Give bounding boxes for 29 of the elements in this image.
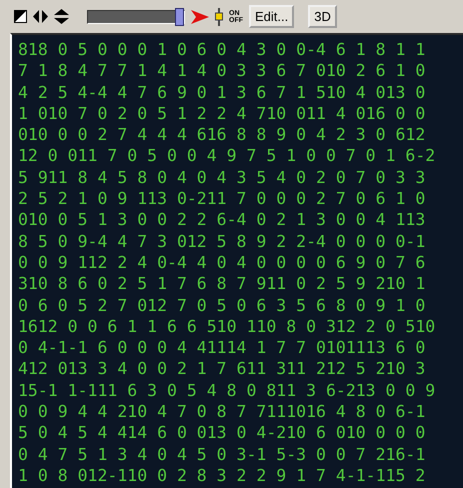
edit-button[interactable]: Edit... bbox=[249, 5, 294, 28]
number-row-text: 010 0 0 2 7 4 4 4 616 8 8 9 0 4 2 3 0 612 bbox=[18, 124, 426, 146]
number-row-text: 5 0 4 5 4 414 6 0 013 0 4-210 6 010 0 0 0 bbox=[18, 422, 426, 444]
number-row-text: 0 0 9 4 4 210 4 7 0 8 7 7111016 4 8 0 6-1 bbox=[18, 401, 426, 422]
number-row-text: 0 4-1-1 6 0 0 0 4 41114 1 7 7 0101113 6 0 bbox=[18, 337, 426, 358]
number-row-text: 010 0 5 1 3 0 0 2 2 6-4 0 2 1 3 0 0 4 113 bbox=[18, 209, 426, 231]
left-right-arrows-icon[interactable] bbox=[33, 10, 48, 23]
number-row-text: 0 6 0 5 2 7 012 7 0 5 0 6 3 5 6 8 0 9 1 0 bbox=[18, 294, 426, 316]
diagonal-square-icon[interactable] bbox=[14, 10, 27, 23]
number-row-text: 1 0 8 012-110 0 2 8 3 2 2 9 1 7 4-1-115 2 bbox=[18, 464, 426, 486]
up-down-arrows-icon[interactable] bbox=[54, 9, 69, 24]
number-row-text: 7 1 8 4 7 7 1 4 1 4 0 3 3 6 7 010 2 6 1 0 bbox=[18, 60, 426, 82]
number-row-text: 15-1 1-111 6 3 0 5 4 8 0 811 3 6-213 0 0 9 bbox=[18, 380, 436, 402]
slider[interactable] bbox=[87, 10, 185, 24]
number-row-text: 1612 0 0 6 1 1 6 6 510 110 8 0 312 2 0 510 bbox=[18, 316, 436, 338]
number-row-text: 8 5 0 9-4 4 7 3 012 5 8 9 2 2-4 0 0 0 0-1 bbox=[18, 230, 426, 252]
number-row-text: 12 0 011 7 0 5 0 0 4 9 7 5 1 0 0 7 0 1 6-2 bbox=[18, 145, 436, 167]
number-row-text: 1 010 7 0 2 0 5 1 2 2 4 710 011 4 016 0 0 bbox=[18, 102, 426, 124]
number-row-text: 4 2 5 4-4 4 7 6 9 0 1 3 6 7 1 510 4 013 0 bbox=[18, 82, 426, 103]
switch-icon[interactable] bbox=[215, 8, 223, 26]
arrow-icon[interactable] bbox=[191, 10, 209, 24]
number-row-text: 818 0 5 0 0 0 1 0 6 0 4 3 0 0-4 6 1 8 1 1 bbox=[18, 39, 426, 60]
number-row-text: 310 8 6 0 2 5 1 7 6 8 7 911 0 2 5 9 210 1 bbox=[18, 273, 426, 295]
number-row-text: 0 0 9 112 2 4 0-4 4 0 4 0 0 0 0 6 9 0 7 6 bbox=[18, 252, 426, 274]
number-row-text: 412 013 3 4 0 0 2 1 7 611 311 212 5 210 3 bbox=[18, 358, 426, 380]
number-row-text: 0 4 7 5 1 3 4 0 4 5 0 3-1 5-3 0 0 7 216-1 bbox=[18, 444, 426, 465]
number-row-text: 5 911 8 4 5 8 0 4 0 4 3 5 4 0 2 0 7 0 3 3 bbox=[18, 166, 426, 188]
number-row-text: 2 5 2 1 0 9 113 0-211 7 0 0 0 2 7 0 6 1 0 bbox=[18, 188, 426, 210]
view-button[interactable]: 3D bbox=[308, 5, 337, 28]
